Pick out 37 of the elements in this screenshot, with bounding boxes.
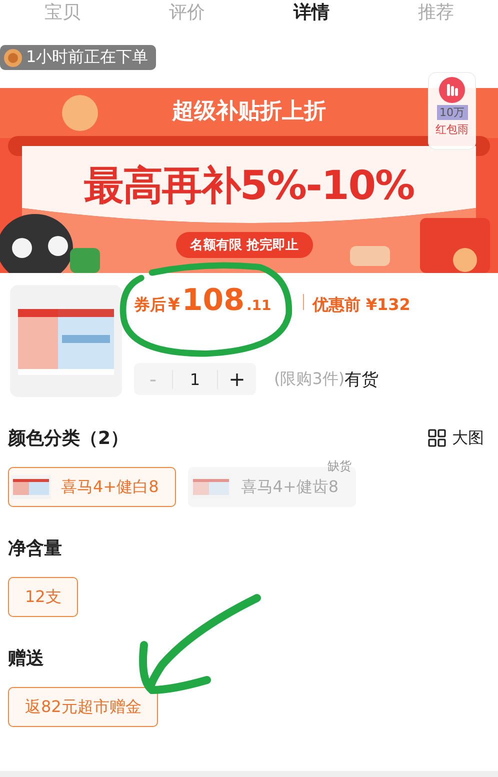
price-label: 券后 [134, 295, 166, 316]
option-label: 返82元超市赠金 [25, 696, 142, 718]
large-image-label: 大图 [452, 428, 484, 448]
large-image-toggle[interactable]: 大图 [428, 428, 484, 448]
option-label: 喜马4+健白8 [61, 476, 159, 498]
section-title: 颜色分类（2） [8, 427, 129, 450]
price-integer: 108 [182, 283, 244, 318]
toast-text: 1小时前正在下单 [26, 47, 148, 68]
option-chip[interactable]: 12支 [8, 577, 78, 617]
price-decimal: .11 [246, 298, 272, 314]
purchase-limit: (限购3件) [274, 368, 345, 390]
option-chip[interactable]: 喜马4+健白8 [8, 467, 176, 507]
tab[interactable]: 评价 [158, 0, 215, 24]
plus-button[interactable]: + [218, 367, 256, 391]
section-title: 净含量 [8, 537, 62, 560]
bars-icon [439, 77, 465, 103]
badge-count: 10万 [436, 105, 468, 120]
tab[interactable]: 详情 [283, 0, 340, 24]
banner-title: 超级补贴折上折 [172, 98, 326, 126]
avatar-icon [4, 48, 22, 66]
quantity-stepper[interactable]: - 1 + [134, 363, 256, 395]
quantity-value: 1 [172, 370, 218, 388]
badge-label: 红包雨 [436, 122, 468, 137]
currency-sign: ¥ [168, 295, 180, 315]
stock-status: 有货 [344, 368, 379, 390]
banner-pill[interactable]: 名额有限 抢完即止 [176, 232, 313, 258]
section-title: 赠送 [8, 647, 44, 670]
minus-button[interactable]: - [134, 367, 172, 391]
reward-badge[interactable]: 10万 红包雨 [428, 72, 476, 150]
tab[interactable]: 宝贝 [34, 0, 90, 24]
original-price: 优惠前 ¥132 [312, 295, 410, 316]
banner-headline: 最高再补5%-10% [84, 162, 414, 211]
grid-icon [428, 429, 446, 447]
tab[interactable]: 推荐 [408, 0, 464, 24]
option-label: 喜马4+健齿8 [240, 476, 339, 498]
option-chip[interactable]: 返82元超市赠金 [8, 687, 158, 727]
option-label: 12支 [25, 586, 62, 608]
